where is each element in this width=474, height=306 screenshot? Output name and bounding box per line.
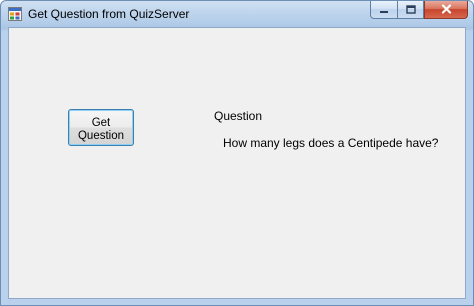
- app-window: Get Question from QuizServer Get Questio…: [0, 0, 474, 306]
- close-icon: [441, 1, 452, 19]
- window-title: Get Question from QuizServer: [28, 7, 190, 21]
- minimize-icon: [379, 1, 389, 19]
- minimize-button[interactable]: [370, 1, 397, 19]
- maximize-icon: [405, 1, 416, 19]
- get-question-button[interactable]: Get Question: [68, 109, 134, 146]
- question-label: Question: [214, 109, 263, 123]
- close-button[interactable]: [424, 1, 468, 19]
- maximize-button[interactable]: [397, 1, 424, 19]
- form-client-area: Get Question Question How many legs does…: [8, 27, 466, 299]
- title-bar[interactable]: Get Question from QuizServer: [1, 1, 473, 27]
- caption-buttons: [370, 1, 468, 19]
- question-text: How many legs does a Centipede have?: [223, 136, 439, 150]
- window-app-icon[interactable]: [8, 7, 22, 21]
